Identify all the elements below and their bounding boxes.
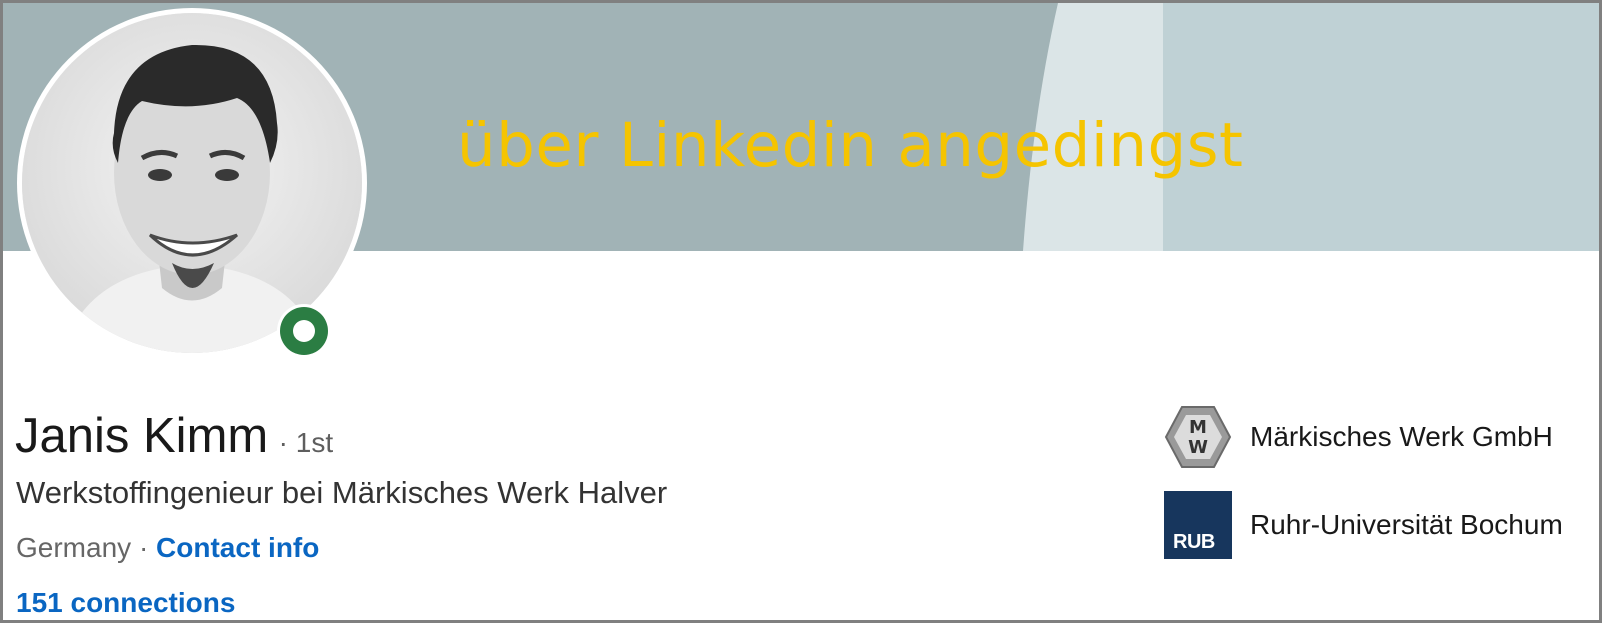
mw-hexagon-logo-icon: M W	[1164, 403, 1232, 471]
location-row: Germany · Contact info	[16, 530, 319, 566]
banner-caption: über Linkedin angedingst	[457, 110, 1244, 181]
profile-location: Germany	[16, 532, 132, 563]
profile-headline: Werkstoffingenieur bei Märkisches Werk H…	[16, 475, 668, 510]
avatar-portrait	[22, 13, 362, 353]
profile-card: über Linkedin angedingst Janis Kimm · 1s…	[0, 0, 1602, 623]
profile-name: Janis Kimm	[15, 409, 269, 463]
connection-degree: · 1st	[278, 427, 334, 458]
connections-link[interactable]: 151 connections	[16, 585, 235, 620]
svg-text:W: W	[1188, 437, 1208, 458]
name-row: Janis Kimm · 1st	[15, 408, 333, 464]
separator: ·	[138, 532, 149, 563]
contact-info-link[interactable]: Contact info	[156, 532, 319, 563]
org-name: Ruhr-Universität Bochum	[1250, 509, 1563, 540]
open-status-indicator	[277, 304, 331, 358]
org-name: Märkisches Werk GmbH	[1250, 421, 1553, 452]
svg-text:M: M	[1189, 417, 1207, 438]
rub-logo-icon: RUB	[1164, 491, 1232, 559]
org-item-maerkisches-werk[interactable]: M W Märkisches Werk GmbH	[1164, 403, 1553, 471]
org-item-ruhr-universitaet[interactable]: RUB Ruhr-Universität Bochum	[1164, 491, 1563, 559]
